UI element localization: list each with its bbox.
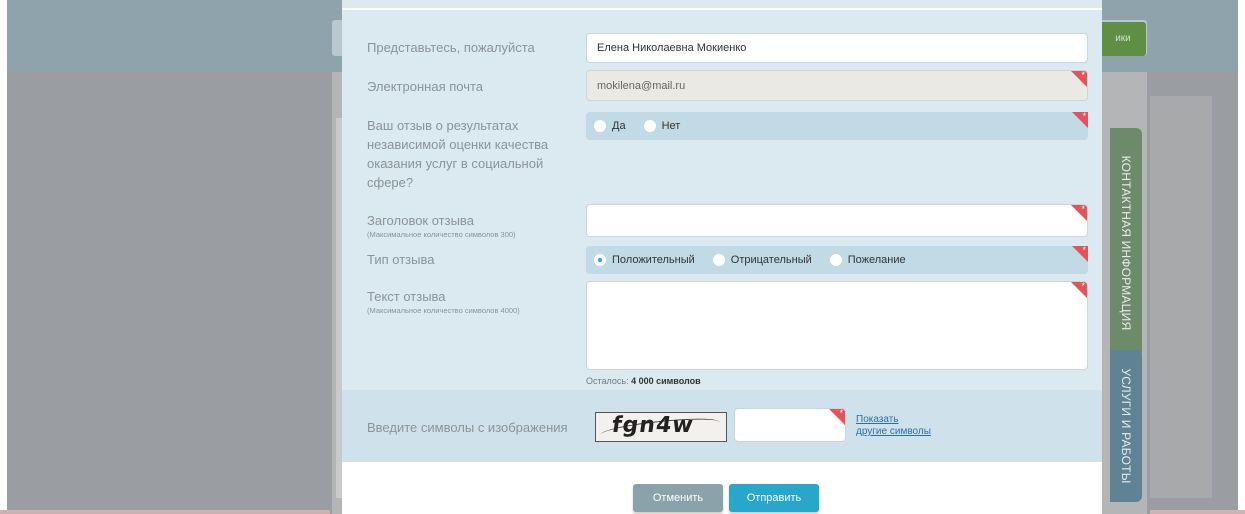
chars-remaining-prefix: Осталось: — [586, 376, 629, 386]
review-text-label-text: Текст отзыва — [367, 289, 446, 304]
send-button[interactable]: Отправить — [729, 484, 819, 512]
modal-top-border — [342, 8, 1102, 10]
chars-remaining: Осталось: 4 000 символов — [586, 376, 701, 386]
radio-yes-dot — [594, 120, 606, 132]
radio-positive[interactable]: Положительный — [594, 254, 695, 266]
side-tab-contact[interactable]: КОНТАКТНАЯ ИНФОРМАЦИЯ — [1110, 128, 1142, 358]
page-right-panel — [1150, 96, 1212, 498]
radio-yes[interactable]: Да — [594, 120, 626, 132]
review-title-label: Заголовок отзыва (Максимальное количеств… — [367, 211, 516, 239]
radio-no[interactable]: Нет — [643, 120, 681, 132]
radio-no-dot — [643, 120, 656, 132]
captcha-input[interactable] — [734, 408, 846, 442]
captcha-label: Введите символы с изображения — [367, 420, 568, 435]
required-marker — [829, 409, 845, 425]
header-green-button: ики — [1100, 22, 1146, 56]
radio-negative[interactable]: Отрицательный — [712, 254, 812, 266]
radio-positive-label: Положительный — [612, 254, 695, 266]
review-text-hint: (Максимальное количество символов 4000) — [367, 306, 520, 315]
review-title-label-text: Заголовок отзыва — [367, 213, 474, 228]
show-other-captcha-line2: другие символы — [856, 426, 931, 437]
name-input-value: Елена Николаевна Мокиенко — [597, 42, 747, 54]
required-marker — [1072, 111, 1088, 128]
show-other-captcha-link[interactable]: Показать другие символы — [856, 414, 931, 438]
email-label: Электронная почта — [367, 79, 484, 94]
radio-wish-dot — [829, 254, 842, 266]
required-marker — [1072, 245, 1088, 262]
review-title-hint: (Максимальное количество символов 300) — [367, 230, 516, 239]
review-title-input[interactable] — [586, 204, 1088, 237]
review-type-label: Тип отзыва — [367, 252, 435, 267]
bottom-strip-right — [1150, 510, 1245, 514]
side-tab-contact-label: КОНТАКТНАЯ ИНФОРМАЦИЯ — [1119, 155, 1133, 331]
review-text-area[interactable] — [586, 281, 1088, 370]
email-field-value: mokilena@mail.ru — [597, 79, 686, 92]
name-input[interactable]: Елена Николаевна Мокиенко — [586, 33, 1088, 63]
radio-negative-label: Отрицательный — [730, 254, 812, 266]
required-marker — [1071, 71, 1087, 87]
review-type-options: Положительный Отрицательный Пожелание — [586, 245, 1088, 274]
email-field[interactable]: mokilena@mail.ru — [586, 70, 1088, 101]
chars-remaining-value: 4 000 символов — [631, 376, 701, 386]
name-label: Представьтесь, пожалуйста — [367, 40, 535, 55]
review-text-label: Текст отзыва (Максимальное количество си… — [367, 287, 520, 315]
required-marker — [1071, 282, 1087, 298]
captcha-image-text: fgn4w — [610, 413, 696, 438]
radio-no-label: Нет — [661, 120, 681, 132]
radio-wish-label: Пожелание — [847, 254, 906, 266]
radio-yes-label: Да — [612, 120, 626, 132]
side-tab-services-label: УСЛУГИ И РАБОТЫ — [1119, 368, 1133, 484]
side-tab-services[interactable]: УСЛУГИ И РАБОТЫ — [1110, 350, 1142, 502]
radio-wish[interactable]: Пожелание — [829, 254, 906, 266]
bottom-strip-left — [0, 510, 330, 514]
cancel-button[interactable]: Отменить — [633, 484, 723, 512]
captcha-image: fgn4w — [595, 412, 727, 443]
radio-negative-dot — [712, 254, 725, 266]
independent-review-options: Да Нет — [586, 111, 1088, 140]
required-marker — [1071, 205, 1087, 221]
radio-positive-dot — [594, 254, 606, 266]
independent-review-label: Ваш отзыв о результатах независимой оцен… — [367, 118, 549, 190]
show-other-captcha-line1: Показать — [856, 414, 899, 425]
